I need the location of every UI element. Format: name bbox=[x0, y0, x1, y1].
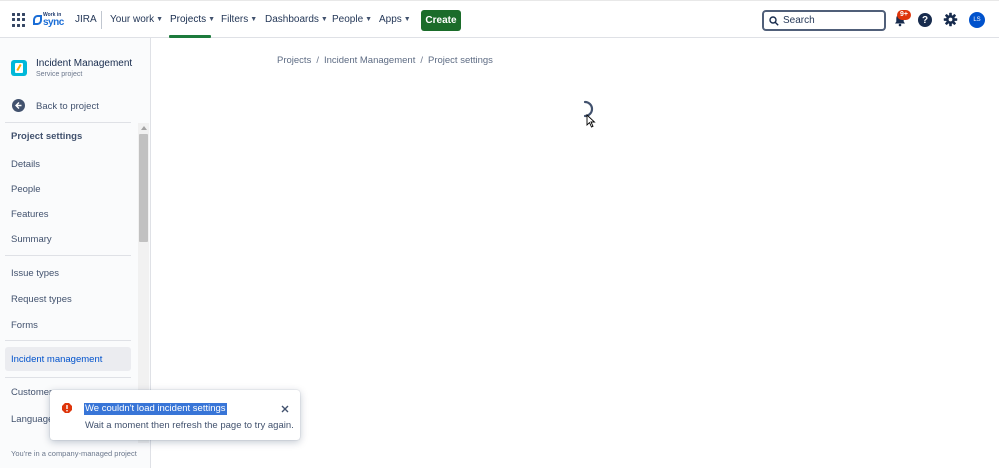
error-toast: We couldn't load incident settings Wait … bbox=[50, 390, 300, 440]
divider bbox=[5, 255, 131, 256]
search-box[interactable] bbox=[762, 10, 886, 31]
nav-people[interactable]: People ▼ bbox=[332, 14, 372, 25]
avatar[interactable]: LS bbox=[969, 12, 985, 28]
close-icon[interactable] bbox=[279, 403, 291, 415]
toast-message: Wait a moment then refresh the page to t… bbox=[85, 420, 294, 431]
nav-your-work[interactable]: Your work ▼ bbox=[110, 14, 163, 25]
scroll-up-icon[interactable] bbox=[141, 126, 147, 130]
breadcrumb-projects[interactable]: Projects bbox=[277, 55, 311, 66]
project-avatar-icon[interactable] bbox=[11, 60, 27, 76]
sidebar-item-people[interactable]: People bbox=[11, 184, 41, 195]
breadcrumb: Projects / Incident Management / Project set… bbox=[277, 55, 493, 66]
sidebar-item-features[interactable]: Features bbox=[11, 209, 49, 220]
sidebar-item-customer[interactable]: Customer bbox=[11, 387, 52, 398]
project-name[interactable]: Incident Management bbox=[36, 58, 132, 69]
nav-filters[interactable]: Filters ▼ bbox=[221, 14, 257, 25]
chevron-down-icon: ▼ bbox=[208, 16, 216, 23]
arrow-left-icon[interactable] bbox=[12, 99, 25, 112]
search-icon bbox=[769, 15, 779, 26]
back-to-project-link[interactable]: Back to project bbox=[36, 101, 99, 112]
scrollbar-thumb[interactable] bbox=[139, 134, 148, 242]
chevron-down-icon: ▼ bbox=[403, 16, 411, 23]
search-input[interactable] bbox=[783, 15, 873, 26]
active-nav-indicator bbox=[169, 35, 211, 38]
nav-divider bbox=[101, 11, 102, 29]
sidebar-item-request-types[interactable]: Request types bbox=[11, 294, 72, 305]
error-icon bbox=[62, 403, 72, 413]
sidebar-item-details[interactable]: Details bbox=[11, 159, 40, 170]
chevron-down-icon: ▼ bbox=[320, 16, 328, 23]
gear-icon[interactable] bbox=[943, 12, 958, 27]
divider bbox=[5, 122, 131, 123]
sidebar-item-issue-types[interactable]: Issue types bbox=[11, 268, 59, 279]
chevron-down-icon: ▼ bbox=[365, 16, 373, 23]
sidebar-item-forms[interactable]: Forms bbox=[11, 320, 38, 331]
sidebar-item-label[interactable]: Incident management bbox=[11, 354, 102, 365]
mouse-cursor-icon bbox=[586, 114, 596, 128]
chevron-down-icon: ▼ bbox=[250, 16, 258, 23]
sidebar-item-language[interactable]: Language bbox=[11, 414, 53, 425]
chevron-down-icon: ▼ bbox=[156, 16, 164, 23]
product-name[interactable]: JIRA bbox=[75, 14, 97, 25]
sidebar-heading: Project settings bbox=[11, 131, 83, 142]
project-type-footer[interactable]: You're in a company-managed project bbox=[11, 449, 137, 458]
create-button[interactable]: Create bbox=[421, 10, 461, 31]
divider bbox=[5, 377, 131, 378]
notification-badge: 9+ bbox=[897, 10, 911, 20]
project-type: Service project bbox=[36, 71, 83, 78]
breadcrumb-incident-management[interactable]: Incident Management bbox=[324, 55, 415, 66]
toast-title: We couldn't load incident settings bbox=[84, 403, 227, 415]
divider bbox=[5, 340, 131, 341]
help-icon[interactable]: ? bbox=[918, 13, 932, 27]
nav-apps[interactable]: Apps ▼ bbox=[379, 14, 411, 25]
sidebar-item-summary[interactable]: Summary bbox=[11, 234, 52, 245]
company-logo[interactable]: Work in sync bbox=[33, 12, 64, 28]
app-switcher-icon[interactable] bbox=[12, 13, 26, 27]
nav-dashboards[interactable]: Dashboards ▼ bbox=[265, 14, 328, 25]
nav-projects[interactable]: Projects ▼ bbox=[170, 14, 215, 25]
top-navigation: Work in sync JIRA Your work ▼ Projects ▼ F… bbox=[0, 0, 999, 38]
breadcrumb-project-settings[interactable]: Project settings bbox=[428, 55, 493, 66]
